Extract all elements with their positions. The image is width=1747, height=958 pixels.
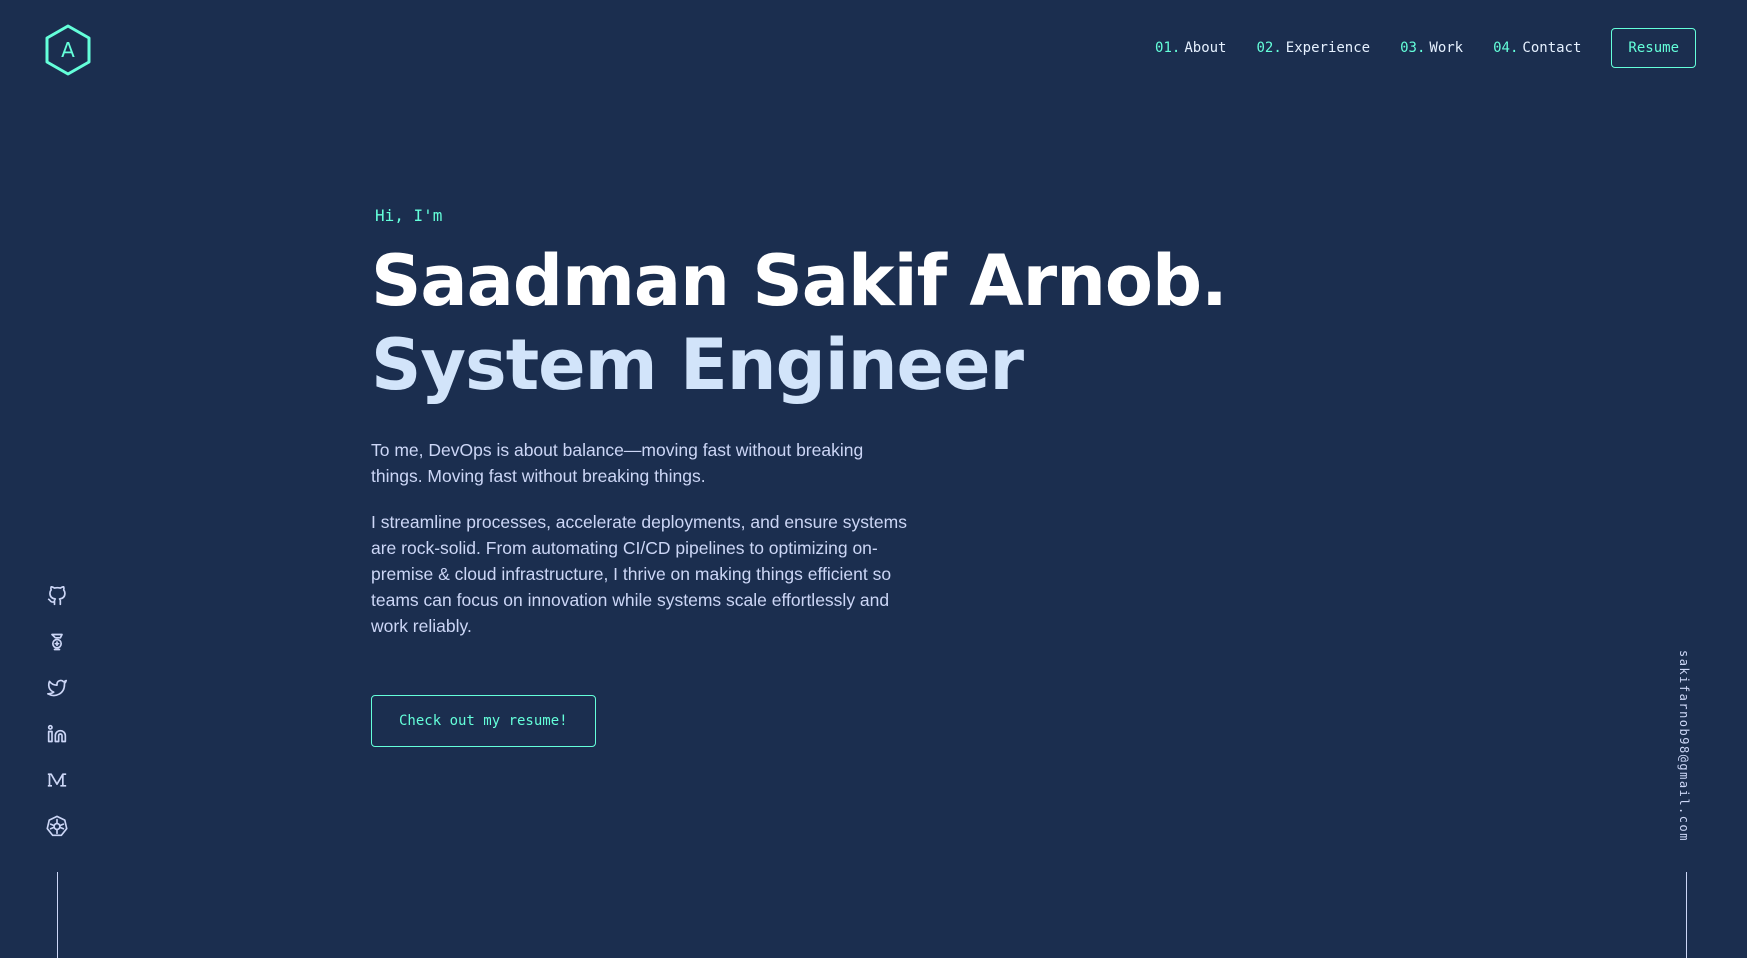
description-paragraph: I streamline processes, accelerate deplo…: [371, 512, 907, 636]
site-header: A 01. About 02. Experience 03. Work 04. Cont…: [0, 0, 1747, 100]
hero-section: Hi, I'm Saadman Sakif Arnob. System Engi…: [371, 206, 1228, 747]
nav-label: Experience: [1285, 40, 1371, 56]
greeting: Hi, I'm: [375, 206, 443, 225]
nav-label: Work: [1429, 40, 1464, 56]
kubernetes-icon[interactable]: [44, 813, 70, 839]
social-links: [44, 583, 70, 859]
email-sidebar: sakifarnob98@gmail.com: [1671, 650, 1701, 850]
nav-item-about[interactable]: 01. About: [1155, 40, 1226, 56]
hero-role: System Engineer: [371, 324, 1024, 406]
resume-cta-button[interactable]: Check out my resume!: [371, 695, 596, 747]
nav-number: 03.: [1400, 40, 1426, 56]
nav-item-work[interactable]: 03. Work: [1400, 40, 1463, 56]
intro-paragraph: To me, DevOps is about balance—moving fa…: [371, 440, 864, 486]
email-link[interactable]: sakifarnob98@gmail.com: [1677, 650, 1691, 842]
github-icon[interactable]: [44, 583, 70, 609]
resume-button[interactable]: Resume: [1611, 28, 1696, 68]
hexagon-logo-icon[interactable]: A: [44, 24, 92, 76]
nav-item-contact[interactable]: 04. Contact: [1493, 40, 1581, 56]
nav-number: 02.: [1256, 40, 1282, 56]
hero-name: Saadman Sakif Arnob.: [371, 240, 1228, 322]
nav-label: About: [1184, 40, 1227, 56]
linkedin-icon[interactable]: [44, 721, 70, 747]
logo-letter: A: [61, 38, 75, 62]
twitter-icon[interactable]: [44, 675, 70, 701]
medium-icon[interactable]: [44, 767, 70, 793]
nav-number: 01.: [1155, 40, 1181, 56]
nav-number: 04.: [1493, 40, 1519, 56]
right-divider-line: [1686, 872, 1687, 958]
main-nav: 01. About 02. Experience 03. Work 04. Contac…: [1155, 28, 1696, 68]
left-divider-line: [57, 872, 58, 958]
hackerrank-icon[interactable]: [44, 629, 70, 655]
nav-label: Contact: [1522, 40, 1582, 56]
nav-item-experience[interactable]: 02. Experience: [1257, 40, 1371, 56]
